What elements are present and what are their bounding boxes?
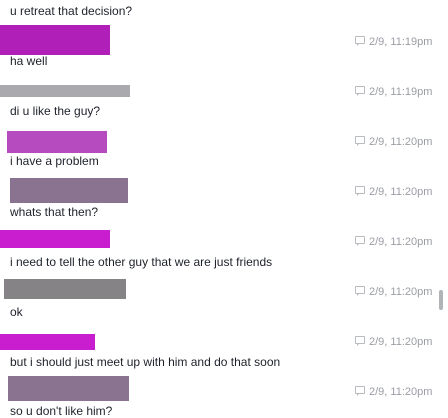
- message-timestamp: 2/9, 11:19pm: [355, 85, 432, 99]
- sender-redacted-block: [0, 85, 130, 97]
- message-text: but i should just meet up with him and d…: [10, 355, 281, 369]
- sender-redacted-block: [4, 279, 126, 299]
- timestamp-label: 2/9, 11:20pm: [369, 136, 433, 148]
- message-timestamp: 2/9, 11:19pm: [355, 35, 432, 49]
- timestamp-label: 2/9, 11:20pm: [369, 386, 433, 398]
- message-bubble-icon: [355, 36, 365, 46]
- timestamp-label: 2/9, 11:20pm: [369, 236, 433, 248]
- message-text: i have a problem: [10, 154, 99, 168]
- message-bubble-icon: [355, 136, 365, 146]
- message-text: di u like the guy?: [10, 104, 101, 118]
- message-text: ok: [10, 305, 23, 319]
- message-text: so u don't like him?: [10, 404, 113, 418]
- message-timestamp: 2/9, 11:20pm: [355, 185, 432, 199]
- message-text: i need to tell the other guy that we are…: [10, 255, 273, 269]
- timestamp-label: 2/9, 11:20pm: [369, 186, 433, 198]
- sender-redacted-block: [0, 25, 110, 55]
- timestamp-label: 2/9, 11:19pm: [369, 86, 433, 98]
- message-bubble-icon: [355, 286, 365, 296]
- message-timestamp: 2/9, 11:20pm: [355, 335, 432, 349]
- message-text: u retreat that decision?: [10, 4, 133, 18]
- message-timestamp: 2/9, 11:20pm: [355, 135, 432, 149]
- message-bubble-icon: [355, 336, 365, 346]
- sender-redacted-block: [0, 230, 110, 248]
- message-text: ha well: [10, 54, 48, 68]
- message-timestamp: 2/9, 11:20pm: [355, 285, 432, 299]
- message-text: whats that then?: [10, 205, 99, 219]
- scrollbar-thumb[interactable]: [439, 290, 443, 310]
- message-bubble-icon: [355, 386, 365, 396]
- sender-redacted-block: [10, 178, 128, 203]
- message-timestamp: 2/9, 11:20pm: [355, 385, 432, 399]
- message-bubble-icon: [355, 86, 365, 96]
- sender-redacted-block: [8, 376, 129, 401]
- sender-redacted-block: [7, 131, 107, 153]
- sender-redacted-block: [0, 334, 95, 350]
- timestamp-label: 2/9, 11:20pm: [369, 286, 433, 298]
- timestamp-label: 2/9, 11:20pm: [369, 336, 433, 348]
- chat-conversation: u retreat that decision? 2/9, 11:19pm ha…: [0, 0, 448, 418]
- message-timestamp: 2/9, 11:20pm: [355, 235, 432, 249]
- timestamp-label: 2/9, 11:19pm: [369, 36, 433, 48]
- message-bubble-icon: [355, 236, 365, 246]
- message-bubble-icon: [355, 186, 365, 196]
